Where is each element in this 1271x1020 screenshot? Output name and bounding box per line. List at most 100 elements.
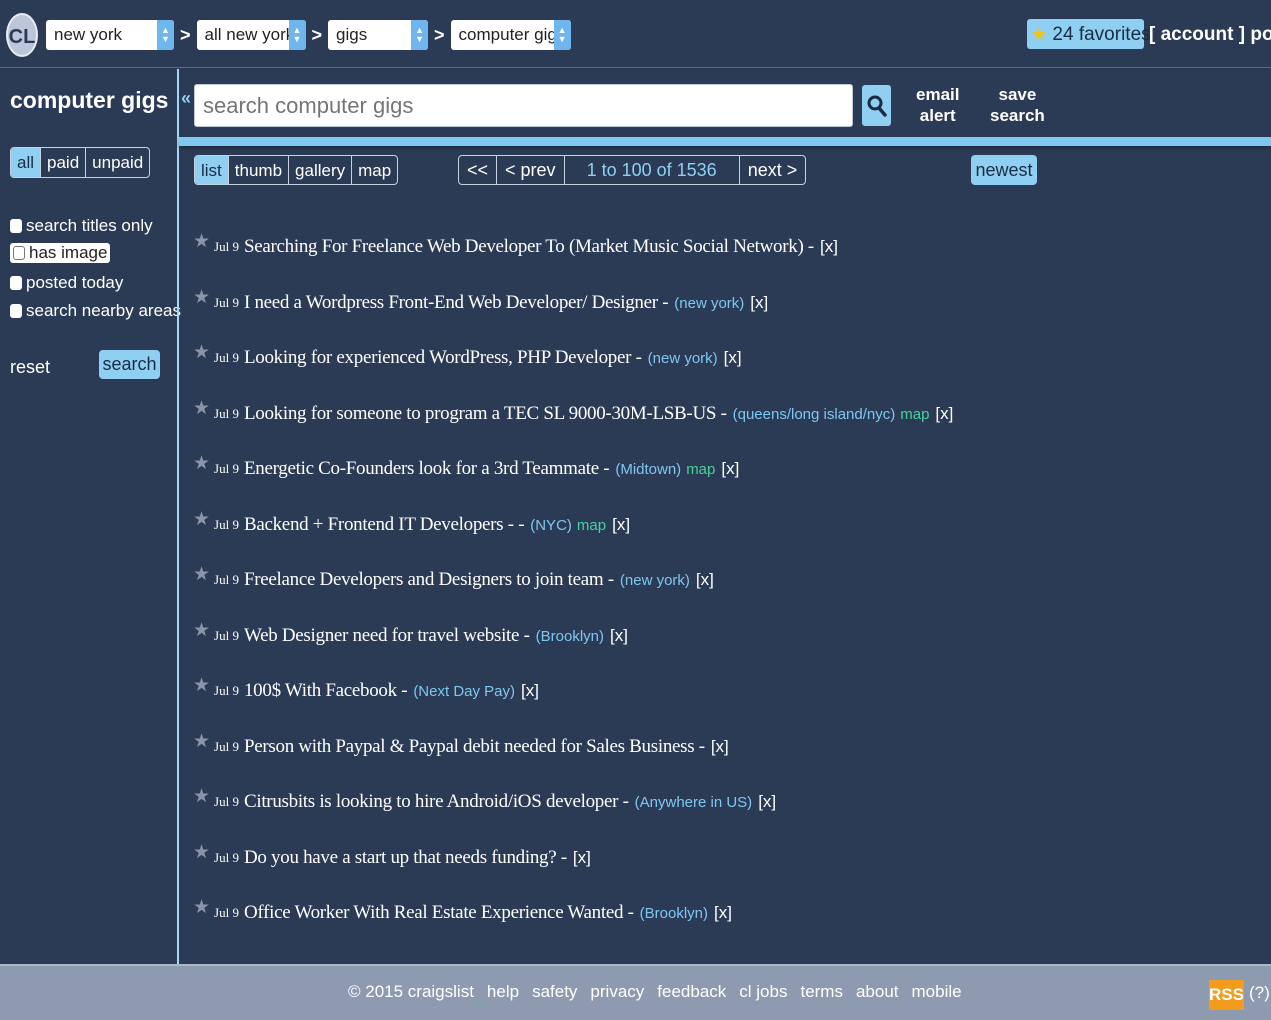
hide-listing-button[interactable]: [x] bbox=[711, 737, 729, 757]
search-titles-only-option[interactable]: search titles only bbox=[10, 216, 153, 236]
hide-listing-button[interactable]: [x] bbox=[521, 681, 539, 701]
footer-link-help[interactable]: help bbox=[487, 982, 519, 1002]
rss-icon[interactable]: RSS bbox=[1209, 980, 1244, 1010]
hide-listing-button[interactable]: [x] bbox=[935, 404, 953, 424]
favorite-star-icon[interactable]: ★ bbox=[193, 619, 210, 642]
hide-listing-button[interactable]: [x] bbox=[573, 848, 591, 868]
hide-listing-button[interactable]: [x] bbox=[724, 348, 742, 368]
account-link[interactable]: [ account ] bbox=[1149, 24, 1245, 45]
posted-today-option[interactable]: posted today bbox=[10, 273, 123, 293]
save-search-line-1: save bbox=[998, 85, 1037, 104]
hide-listing-button[interactable]: [x] bbox=[750, 293, 768, 313]
view-map-tab[interactable]: map bbox=[352, 156, 397, 184]
listing-title[interactable]: I need a Wordpress Front-End Web Develop… bbox=[244, 292, 669, 314]
favorite-star-icon[interactable]: ★ bbox=[193, 230, 210, 253]
listing-map-link[interactable]: map bbox=[900, 406, 929, 423]
first-page-button[interactable]: << bbox=[459, 156, 498, 184]
view-gallery-tab[interactable]: gallery bbox=[289, 156, 353, 184]
pay-filter-paid[interactable]: paid bbox=[41, 148, 87, 177]
listing-row: ★ Jul 9 Searching For Freelance Web Develo… bbox=[193, 227, 838, 267]
craigslist-logo[interactable]: CL bbox=[6, 13, 38, 57]
posted-today-label: posted today bbox=[26, 273, 124, 292]
pagination: << < prev 1 to 100 of 1536 next > bbox=[458, 155, 807, 185]
footer-link-privacy[interactable]: privacy bbox=[590, 982, 644, 1002]
has-image-box[interactable]: has image bbox=[10, 243, 111, 263]
has-image-option[interactable]: has image bbox=[10, 243, 111, 263]
listing-title[interactable]: Citrusbits is looking to hire Android/iO… bbox=[244, 791, 629, 813]
hide-listing-button[interactable]: [x] bbox=[714, 903, 732, 923]
listing-title[interactable]: Looking for experienced WordPress, PHP D… bbox=[244, 347, 642, 369]
listing-title[interactable]: 100$ With Facebook - bbox=[244, 680, 408, 702]
area-select[interactable]: all new york ▲ ▼ bbox=[196, 20, 306, 50]
sidebar-search-button[interactable]: search bbox=[99, 350, 160, 379]
favorite-star-icon[interactable]: ★ bbox=[193, 896, 210, 919]
favorite-star-icon[interactable]: ★ bbox=[193, 841, 210, 864]
search-nearby-option[interactable]: search nearby areas bbox=[10, 301, 181, 321]
listing-map-link[interactable]: map bbox=[686, 461, 715, 478]
hide-listing-button[interactable]: [x] bbox=[820, 237, 838, 257]
listing-title[interactable]: Person with Paypal & Paypal debit needed… bbox=[244, 736, 705, 758]
reset-link[interactable]: reset bbox=[10, 357, 50, 378]
favorite-star-icon[interactable]: ★ bbox=[193, 563, 210, 586]
favorites-label: 24 favorites bbox=[1052, 24, 1151, 45]
listing-date: Jul 9 bbox=[214, 295, 239, 310]
listing-date: Jul 9 bbox=[214, 572, 239, 587]
search-nearby-label: search nearby areas bbox=[26, 301, 181, 320]
favorite-star-icon[interactable]: ★ bbox=[193, 341, 210, 364]
collapse-sidebar-icon[interactable]: « bbox=[181, 88, 191, 109]
listing-title[interactable]: Freelance Developers and Designers to jo… bbox=[244, 569, 614, 591]
sort-newest-button[interactable]: newest bbox=[971, 155, 1037, 185]
search-nearby-checkbox[interactable] bbox=[10, 304, 22, 318]
rss-help-link[interactable]: (?) bbox=[1249, 983, 1270, 1003]
search-titles-only-checkbox[interactable] bbox=[10, 219, 22, 233]
hide-listing-button[interactable]: [x] bbox=[721, 459, 739, 479]
pay-filter-unpaid[interactable]: unpaid bbox=[86, 148, 149, 177]
footer-link-feedback[interactable]: feedback bbox=[657, 982, 726, 1002]
search-input[interactable] bbox=[194, 84, 853, 127]
listing-title[interactable]: Energetic Co-Founders look for a 3rd Tea… bbox=[244, 458, 610, 480]
hide-listing-button[interactable]: [x] bbox=[758, 792, 776, 812]
listing-title[interactable]: Do you have a start up that needs fundin… bbox=[244, 847, 567, 869]
email-alert-line-1: email bbox=[916, 85, 960, 104]
hide-listing-button[interactable]: [x] bbox=[612, 515, 630, 535]
favorite-star-icon[interactable]: ★ bbox=[193, 674, 210, 697]
footer-link-safety[interactable]: safety bbox=[532, 982, 577, 1002]
hide-listing-button[interactable]: [x] bbox=[610, 626, 628, 646]
site-select[interactable]: new york ▲ ▼ bbox=[46, 20, 174, 50]
favorite-star-icon[interactable]: ★ bbox=[193, 508, 210, 531]
view-list-tab[interactable]: list bbox=[195, 156, 229, 184]
footer-link-about[interactable]: about bbox=[856, 982, 899, 1002]
favorites-button[interactable]: ★ 24 favorites bbox=[1027, 19, 1151, 49]
favorite-star-icon[interactable]: ★ bbox=[193, 286, 210, 309]
account-area: [ account ] post bbox=[1149, 20, 1271, 50]
footer-link-cl-jobs[interactable]: cl jobs bbox=[739, 982, 787, 1002]
save-search-link[interactable]: save search bbox=[990, 84, 1045, 126]
favorite-star-icon[interactable]: ★ bbox=[193, 397, 210, 420]
listing-title[interactable]: Backend + Frontend IT Developers - - bbox=[244, 514, 525, 536]
favorite-star-icon[interactable]: ★ bbox=[193, 452, 210, 475]
listing-title[interactable]: Searching For Freelance Web Developer To… bbox=[244, 236, 814, 258]
listing-title[interactable]: Looking for someone to program a TEC SL … bbox=[244, 403, 727, 425]
listing-title[interactable]: Web Designer need for travel website - bbox=[244, 625, 530, 647]
next-page-button[interactable]: next > bbox=[740, 156, 806, 184]
footer-link-terms[interactable]: terms bbox=[800, 982, 843, 1002]
has-image-label: has image bbox=[29, 243, 108, 262]
footer-link-mobile[interactable]: mobile bbox=[912, 982, 962, 1002]
listing-map-link[interactable]: map bbox=[577, 517, 606, 534]
listing-location: (NYC) bbox=[530, 516, 572, 534]
favorite-star-icon[interactable]: ★ bbox=[193, 730, 210, 753]
listing-title[interactable]: Office Worker With Real Estate Experienc… bbox=[244, 902, 634, 924]
search-submit-button[interactable] bbox=[862, 85, 891, 126]
post-link[interactable]: post bbox=[1250, 24, 1271, 45]
magnifier-icon bbox=[867, 95, 887, 117]
hide-listing-button[interactable]: [x] bbox=[696, 570, 714, 590]
pay-filter-all[interactable]: all bbox=[11, 148, 42, 177]
category-select[interactable]: computer gigs ▲ ▼ bbox=[450, 20, 571, 50]
has-image-checkbox[interactable] bbox=[13, 246, 25, 260]
section-select[interactable]: gigs ▲ ▼ bbox=[328, 20, 429, 50]
favorite-star-icon[interactable]: ★ bbox=[193, 785, 210, 808]
view-thumb-tab[interactable]: thumb bbox=[229, 156, 290, 184]
email-alert-link[interactable]: email alert bbox=[916, 84, 959, 126]
prev-page-button[interactable]: < prev bbox=[497, 156, 565, 184]
posted-today-checkbox[interactable] bbox=[10, 276, 22, 290]
